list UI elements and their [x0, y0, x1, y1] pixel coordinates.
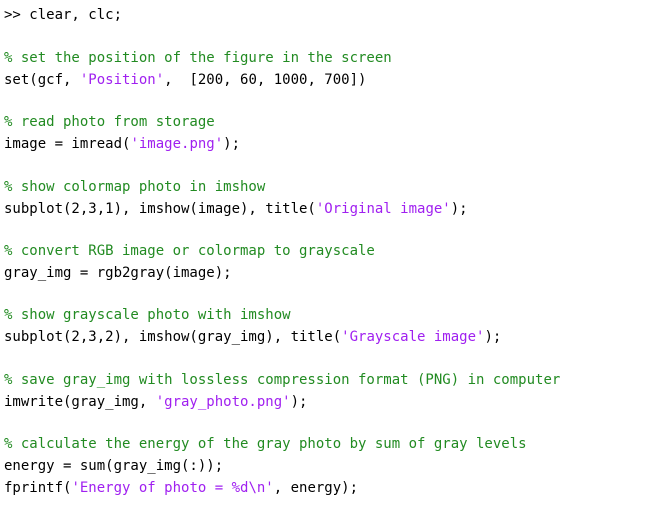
code-text: );: [450, 201, 468, 217]
code-text: image = imread(: [4, 136, 131, 152]
code-text: );: [223, 136, 241, 152]
comment-text: % set the position of the figure in the …: [4, 50, 392, 66]
code-text: set(gcf,: [4, 72, 80, 88]
string-literal: 'gray_photo.png': [155, 394, 291, 410]
code-line: subplot(2,3,2), imshow(gray_img), title(…: [4, 327, 501, 347]
code-line: energy = sum(gray_img(:));: [4, 456, 223, 476]
string-literal: 'image.png': [130, 136, 224, 152]
code-text: energy = sum(gray_img(:));: [4, 458, 224, 474]
comment-text: % calculate the energy of the gray photo…: [4, 436, 527, 452]
string-literal: 'Energy of photo = %d\n': [71, 480, 274, 496]
string-literal: 'Grayscale image': [341, 329, 485, 345]
code-text: );: [484, 329, 502, 345]
comment-line: % calculate the energy of the gray photo…: [4, 434, 527, 454]
code-line: gray_img = rgb2gray(image);: [4, 263, 232, 283]
comment-line: % save gray_img with lossless compressio…: [4, 370, 560, 390]
code-line: subplot(2,3,1), imshow(image), title('Or…: [4, 199, 468, 219]
comment-line: % show colormap photo in imshow: [4, 177, 265, 197]
code-text: fprintf(: [4, 480, 72, 496]
code-line: >> clear, clc;: [4, 5, 122, 25]
code-text: >> clear, clc;: [4, 7, 123, 23]
comment-line: % convert RGB image or colormap to grays…: [4, 241, 375, 261]
code-line: imwrite(gray_img, 'gray_photo.png');: [4, 392, 307, 412]
comment-text: % show grayscale photo with imshow: [4, 307, 291, 323]
string-literal: 'Original image': [315, 201, 451, 217]
command-window[interactable]: >> clear, clc; % set the position of the …: [0, 0, 655, 506]
string-literal: 'Position': [79, 72, 165, 88]
comment-text: % convert RGB image or colormap to grays…: [4, 243, 375, 259]
comment-text: % show colormap photo in imshow: [4, 179, 266, 195]
code-text: );: [290, 394, 308, 410]
comment-line: % set the position of the figure in the …: [4, 48, 392, 68]
comment-line: % read photo from storage: [4, 112, 215, 132]
code-text: , energy);: [273, 480, 359, 496]
code-line: fprintf('Energy of photo = %d\n', energy…: [4, 478, 358, 498]
code-text: subplot(2,3,1), imshow(image), title(: [4, 201, 316, 217]
code-text: , [200, 60, 1000, 700]): [164, 72, 367, 88]
code-text: subplot(2,3,2), imshow(gray_img), title(: [4, 329, 342, 345]
code-text: gray_img = rgb2gray(image);: [4, 265, 232, 281]
code-line: image = imread('image.png');: [4, 134, 240, 154]
comment-text: % save gray_img with lossless compressio…: [4, 372, 561, 388]
code-line: set(gcf, 'Position', [200, 60, 1000, 700…: [4, 70, 366, 90]
comment-line: % show grayscale photo with imshow: [4, 305, 291, 325]
comment-text: % read photo from storage: [4, 114, 215, 130]
code-text: imwrite(gray_img,: [4, 394, 156, 410]
